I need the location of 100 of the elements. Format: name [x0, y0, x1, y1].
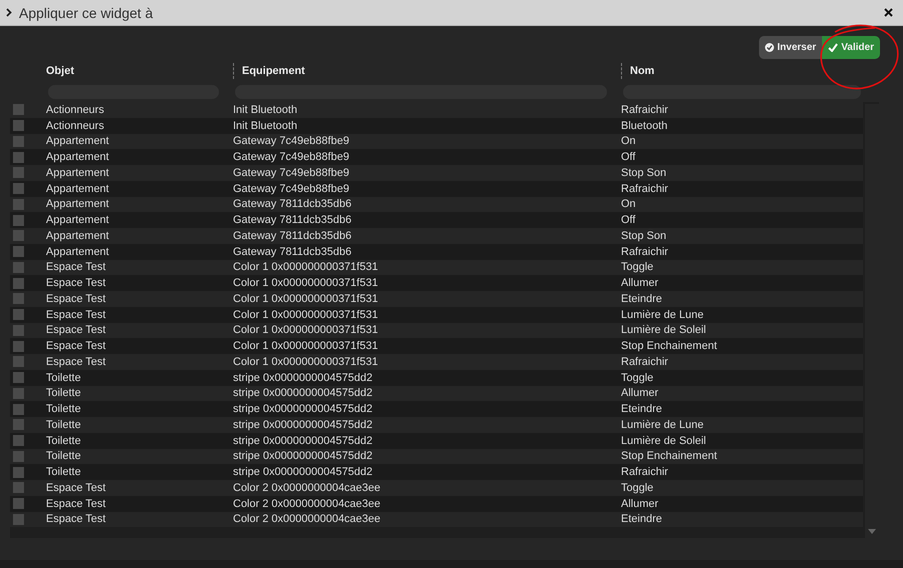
table-cell-text: stripe 0x0000000004575dd2 — [233, 466, 374, 478]
row-checkbox[interactable] — [13, 435, 24, 446]
row-checkbox[interactable] — [13, 214, 24, 226]
table-cell-text: Off — [621, 151, 636, 164]
table-cell-text: stripe 0x0000000004575dd2 — [233, 403, 374, 416]
invert-button[interactable]: Inverser — [759, 36, 822, 59]
table-cell-text: Espace Test — [46, 277, 107, 290]
table-cell-text: Toilette — [46, 372, 82, 384]
validate-button[interactable]: Valider — [822, 36, 880, 59]
table-cell-text: Toggle — [621, 261, 654, 274]
row-checkbox[interactable] — [13, 482, 24, 494]
table-cell-text: Toggle — [621, 482, 654, 494]
table-cell-text: Color 2 0x0000000004cae3ee — [233, 482, 382, 494]
row-checkbox[interactable] — [13, 136, 24, 147]
row-checkbox[interactable] — [13, 309, 24, 320]
column-header[interactable]: Equipement — [233, 63, 621, 79]
table-cell-text: Espace Test — [46, 292, 107, 305]
table-cell-text: Stop Enchainement — [621, 340, 718, 352]
row-checkbox[interactable] — [13, 262, 24, 273]
column-header[interactable]: Objet — [46, 63, 233, 79]
chevron-icon — [6, 8, 12, 17]
table-cell-text: Color 1 0x000000000371f531 — [233, 308, 379, 321]
table-cell-text: Allumer — [621, 387, 660, 400]
table-cell-text: Eteindre — [621, 513, 663, 526]
table-cell-text: Stop Enchainement — [621, 450, 718, 462]
table-cell-text: On — [621, 135, 637, 148]
table-cell-text: Toilette — [46, 466, 82, 478]
table-cell-text: Bluetooth — [621, 120, 668, 132]
row-checkbox[interactable] — [13, 167, 24, 178]
row-checkbox[interactable] — [13, 104, 24, 116]
row-checkbox[interactable] — [13, 450, 24, 462]
table-cell-text: Toggle — [621, 372, 654, 384]
row-checkbox[interactable] — [13, 372, 24, 384]
table-cell-text: Init Bluetooth — [233, 104, 298, 116]
row-checkbox[interactable] — [13, 356, 24, 368]
table-cell-text: Toilette — [46, 387, 82, 400]
table-cell-text: Gateway 7c49eb88fbe9 — [233, 151, 350, 164]
check-icon — [828, 43, 838, 52]
table-cell-text: Gateway 7811dcb35db6 — [233, 214, 352, 226]
row-checkbox[interactable] — [13, 419, 24, 430]
table-cell-text: Lumière de Soleil — [621, 434, 707, 447]
row-checkbox[interactable] — [13, 293, 24, 304]
table-cell-text: Toilette — [46, 434, 82, 447]
row-checkbox[interactable] — [13, 498, 24, 510]
row-checkbox[interactable] — [13, 152, 24, 163]
table-cell-text: Toilette — [46, 418, 82, 431]
table-cell-text: Lumière de Lune — [621, 308, 705, 321]
row-checkbox[interactable] — [13, 278, 24, 289]
table-cell-text: Color 1 0x000000000371f531 — [233, 340, 379, 352]
table-cell-text: Espace Test — [46, 340, 107, 352]
table-cell-text: Lumière de Soleil — [621, 324, 707, 336]
table-cell-text: Appartement — [46, 151, 110, 164]
table-cell-text: Appartement — [46, 166, 110, 179]
window-title: Appliquer ce widget à — [19, 4, 154, 20]
table-cell-text: Espace Test — [46, 261, 107, 274]
row-checkbox[interactable] — [13, 466, 24, 478]
table-cell-text: Color 1 0x000000000371f531 — [233, 356, 379, 368]
filter-field[interactable] — [623, 84, 861, 98]
row-checkbox[interactable] — [13, 198, 24, 210]
table-cell-text: Espace Test — [46, 308, 107, 321]
table-cell-text: Gateway 7811dcb35db6 — [233, 198, 352, 210]
row-checkbox[interactable] — [13, 340, 24, 352]
table-cell-text: Allumer — [621, 498, 660, 510]
table-cell-text: On — [621, 198, 637, 210]
table-cell-text: Espace Test — [46, 482, 107, 494]
row-checkbox[interactable] — [13, 246, 24, 258]
table-cell-text: Actionneurs — [46, 104, 106, 116]
table-cell-text: Color 1 0x000000000371f531 — [233, 324, 379, 336]
row-checkbox[interactable] — [13, 324, 24, 336]
row-checkbox[interactable] — [13, 230, 24, 242]
table-cell-text: stripe 0x0000000004575dd2 — [233, 372, 374, 384]
table-cell-text: Appartement — [46, 230, 110, 242]
table-cell-text: Gateway 7811dcb35db6 — [233, 246, 352, 258]
row-checkbox[interactable] — [13, 120, 24, 132]
table-cell-text: Lumière de Lune — [621, 418, 705, 431]
table-cell-text: Espace Test — [46, 324, 107, 336]
table-cell-text: Espace Test — [46, 498, 107, 510]
table-cell-text: Toilette — [46, 403, 82, 416]
table-cell-text: Espace Test — [46, 513, 107, 526]
row-checkbox[interactable] — [13, 183, 24, 194]
table-cell-text: Stop Son — [621, 166, 668, 179]
table-cell-text: Appartement — [46, 246, 110, 258]
table-cell-text: Color 1 0x000000000371f531 — [233, 261, 379, 274]
table-cell-text: Appartement — [46, 198, 110, 210]
table-cell-text: Rafraichir — [621, 182, 670, 195]
table-cell-text: Stop Son — [621, 230, 668, 242]
table-cell-text: Init Bluetooth — [233, 120, 298, 132]
row-checkbox[interactable] — [13, 388, 24, 399]
row-checkbox[interactable] — [13, 514, 24, 525]
table-cell-text: Rafraichir — [621, 104, 670, 116]
column-header[interactable]: Nom — [621, 63, 879, 79]
table-cell-text: stripe 0x0000000004575dd2 — [233, 418, 374, 431]
scroll-down-icon — [868, 529, 876, 534]
close-icon — [884, 8, 893, 17]
row-checkbox[interactable] — [13, 404, 24, 415]
table-cell-text: Appartement — [46, 135, 110, 148]
table-cell-text: Color 2 0x0000000004cae3ee — [233, 513, 382, 526]
table-cell-text: Rafraichir — [621, 246, 670, 258]
table-cell-text: Espace Test — [46, 356, 107, 368]
table-cell-text: stripe 0x0000000004575dd2 — [233, 450, 374, 462]
